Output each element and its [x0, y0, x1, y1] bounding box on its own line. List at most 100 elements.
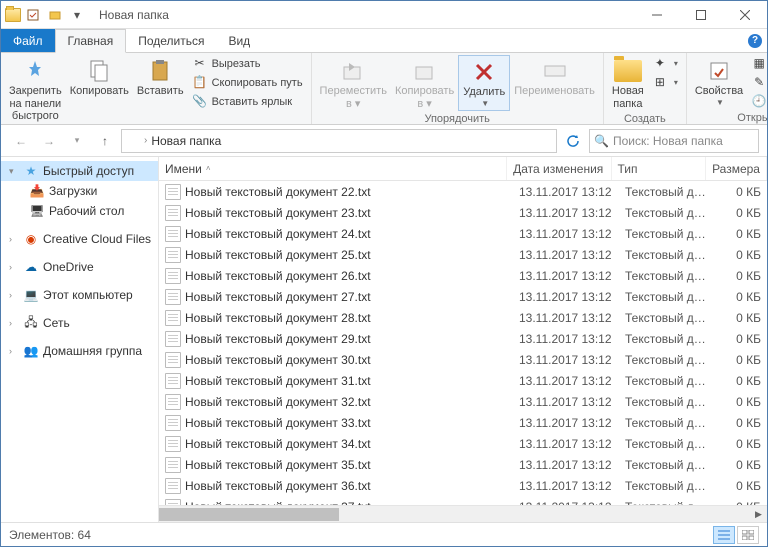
delete-button[interactable]: Удалить▼ [458, 55, 510, 111]
paste-button[interactable]: Вставить [133, 55, 188, 100]
file-size: 0 КБ [715, 290, 767, 304]
copy-path-button[interactable]: 📋Скопировать путь [188, 74, 307, 92]
file-type: Текстовый докум... [619, 479, 715, 493]
minimize-button[interactable] [635, 1, 679, 28]
file-row[interactable]: Новый текстовый документ 33.txt13.11.201… [159, 412, 767, 433]
file-date: 13.11.2017 13:12 [513, 248, 619, 262]
copy-to-button[interactable]: Копировать в ▾ [391, 55, 458, 112]
breadcrumb-item[interactable]: Новая папка [151, 134, 221, 148]
file-type: Текстовый докум... [619, 416, 715, 430]
maximize-button[interactable] [679, 1, 723, 28]
file-list[interactable]: Новый текстовый документ 22.txt13.11.201… [159, 181, 767, 505]
titlebar: ▾ Новая папка [1, 1, 767, 29]
scrollbar-thumb[interactable] [159, 508, 339, 521]
file-date: 13.11.2017 13:12 [513, 269, 619, 283]
file-name: Новый текстовый документ 24.txt [185, 227, 371, 241]
col-date[interactable]: Дата изменения [507, 157, 611, 180]
file-row[interactable]: Новый текстовый документ 30.txt13.11.201… [159, 349, 767, 370]
file-row[interactable]: Новый текстовый документ 36.txt13.11.201… [159, 475, 767, 496]
tab-view[interactable]: Вид [216, 29, 262, 52]
nav-recent-dropdown[interactable]: ▾ [65, 129, 89, 153]
search-box[interactable]: 🔍 Поиск: Новая папка [589, 129, 759, 153]
nav-up-button[interactable]: ↑ [93, 129, 117, 153]
file-row[interactable]: Новый текстовый документ 28.txt13.11.201… [159, 307, 767, 328]
view-details-button[interactable] [713, 526, 735, 544]
file-type: Текстовый докум... [619, 353, 715, 367]
nav-forward-button[interactable]: → [37, 129, 61, 153]
col-size[interactable]: Размера [706, 157, 767, 180]
file-size: 0 КБ [715, 185, 767, 199]
tab-share[interactable]: Поделиться [126, 29, 216, 52]
qat-newfolder-icon[interactable] [45, 5, 65, 25]
address-bar[interactable]: › Новая папка [121, 129, 557, 153]
file-row[interactable]: Новый текстовый документ 25.txt13.11.201… [159, 244, 767, 265]
history-button[interactable]: 🕘Журнал [747, 93, 767, 111]
close-button[interactable] [723, 1, 767, 28]
sidebar-network[interactable]: ›🖧Сеть [1, 313, 158, 333]
text-file-icon [165, 373, 181, 389]
file-type: Текстовый докум... [619, 185, 715, 199]
cut-button[interactable]: ✂Вырезать [188, 55, 307, 73]
horizontal-scrollbar[interactable]: ▶ [159, 505, 767, 522]
file-type: Текстовый докум... [619, 290, 715, 304]
file-row[interactable]: Новый текстовый документ 26.txt13.11.201… [159, 265, 767, 286]
file-date: 13.11.2017 13:12 [513, 437, 619, 451]
rename-button[interactable]: Переименовать [510, 55, 599, 100]
paste-icon [144, 57, 176, 85]
new-folder-button[interactable]: Новая папка [608, 55, 648, 112]
file-row[interactable]: Новый текстовый документ 22.txt13.11.201… [159, 181, 767, 202]
file-row[interactable]: Новый текстовый документ 35.txt13.11.201… [159, 454, 767, 475]
file-type: Текстовый докум... [619, 227, 715, 241]
sidebar-creative-cloud[interactable]: ›◉Creative Cloud Files [1, 229, 158, 249]
col-type[interactable]: Тип [612, 157, 707, 180]
downloads-icon: 📥 [29, 183, 45, 199]
quick-access-toolbar: ▾ [1, 5, 91, 25]
text-file-icon [165, 289, 181, 305]
sidebar-downloads[interactable]: 📥Загрузки [1, 181, 158, 201]
file-row[interactable]: Новый текстовый документ 37.txt13.11.201… [159, 496, 767, 505]
file-row[interactable]: Новый текстовый документ 24.txt13.11.201… [159, 223, 767, 244]
file-row[interactable]: Новый текстовый документ 34.txt13.11.201… [159, 433, 767, 454]
file-row[interactable]: Новый текстовый документ 23.txt13.11.201… [159, 202, 767, 223]
qat-dropdown-icon[interactable]: ▾ [67, 5, 87, 25]
view-thumbnails-button[interactable] [737, 526, 759, 544]
nav-back-button[interactable]: ← [9, 129, 33, 153]
text-file-icon [165, 415, 181, 431]
file-row[interactable]: Новый текстовый документ 27.txt13.11.201… [159, 286, 767, 307]
file-name: Новый текстовый документ 33.txt [185, 416, 371, 430]
scroll-right-button[interactable]: ▶ [750, 506, 767, 522]
help-button[interactable]: ? [743, 29, 767, 52]
sidebar-this-pc[interactable]: ›💻Этот компьютер [1, 285, 158, 305]
file-row[interactable]: Новый текстовый документ 32.txt13.11.201… [159, 391, 767, 412]
folder-icon [612, 57, 644, 85]
sidebar-homegroup[interactable]: ›👥Домашняя группа [1, 341, 158, 361]
open-button[interactable]: ▦Открыть ▾ [747, 55, 767, 73]
copy-button[interactable]: Копировать [66, 55, 133, 100]
qat-properties-icon[interactable] [23, 5, 43, 25]
column-headers: Имени˄ Дата изменения Тип Размера [159, 157, 767, 181]
tab-home[interactable]: Главная [55, 29, 127, 53]
pin-to-quick-access-button[interactable]: Закрепить на панели быстрого доступа [5, 55, 66, 125]
sidebar-onedrive[interactable]: ›☁OneDrive [1, 257, 158, 277]
easy-access-button[interactable]: ⊞▾ [648, 74, 682, 92]
file-row[interactable]: Новый текстовый документ 29.txt13.11.201… [159, 328, 767, 349]
properties-button[interactable]: Свойства▼ [691, 55, 747, 109]
file-date: 13.11.2017 13:12 [513, 311, 619, 325]
col-name[interactable]: Имени˄ [159, 157, 507, 180]
file-pane: Имени˄ Дата изменения Тип Размера Новый … [159, 157, 767, 522]
sidebar-desktop[interactable]: 🖥Рабочий стол [1, 201, 158, 221]
navigation-pane[interactable]: ▾★Быстрый доступ 📥Загрузки 🖥Рабочий стол… [1, 157, 159, 522]
open-icon: ▦ [751, 56, 767, 72]
file-date: 13.11.2017 13:12 [513, 290, 619, 304]
breadcrumb-sep[interactable]: › [144, 135, 147, 146]
new-item-button[interactable]: ✦▾ [648, 55, 682, 73]
refresh-button[interactable] [561, 129, 585, 153]
file-name: Новый текстовый документ 23.txt [185, 206, 371, 220]
file-row[interactable]: Новый текстовый документ 31.txt13.11.201… [159, 370, 767, 391]
edit-button[interactable]: ✎Изменить [747, 74, 767, 92]
tab-file[interactable]: Файл [1, 29, 55, 52]
search-placeholder: Поиск: Новая папка [613, 134, 754, 148]
paste-shortcut-button[interactable]: 📎Вставить ярлык [188, 93, 307, 111]
sidebar-quick-access[interactable]: ▾★Быстрый доступ [1, 161, 158, 181]
move-to-button[interactable]: Переместить в ▾ [316, 55, 391, 112]
